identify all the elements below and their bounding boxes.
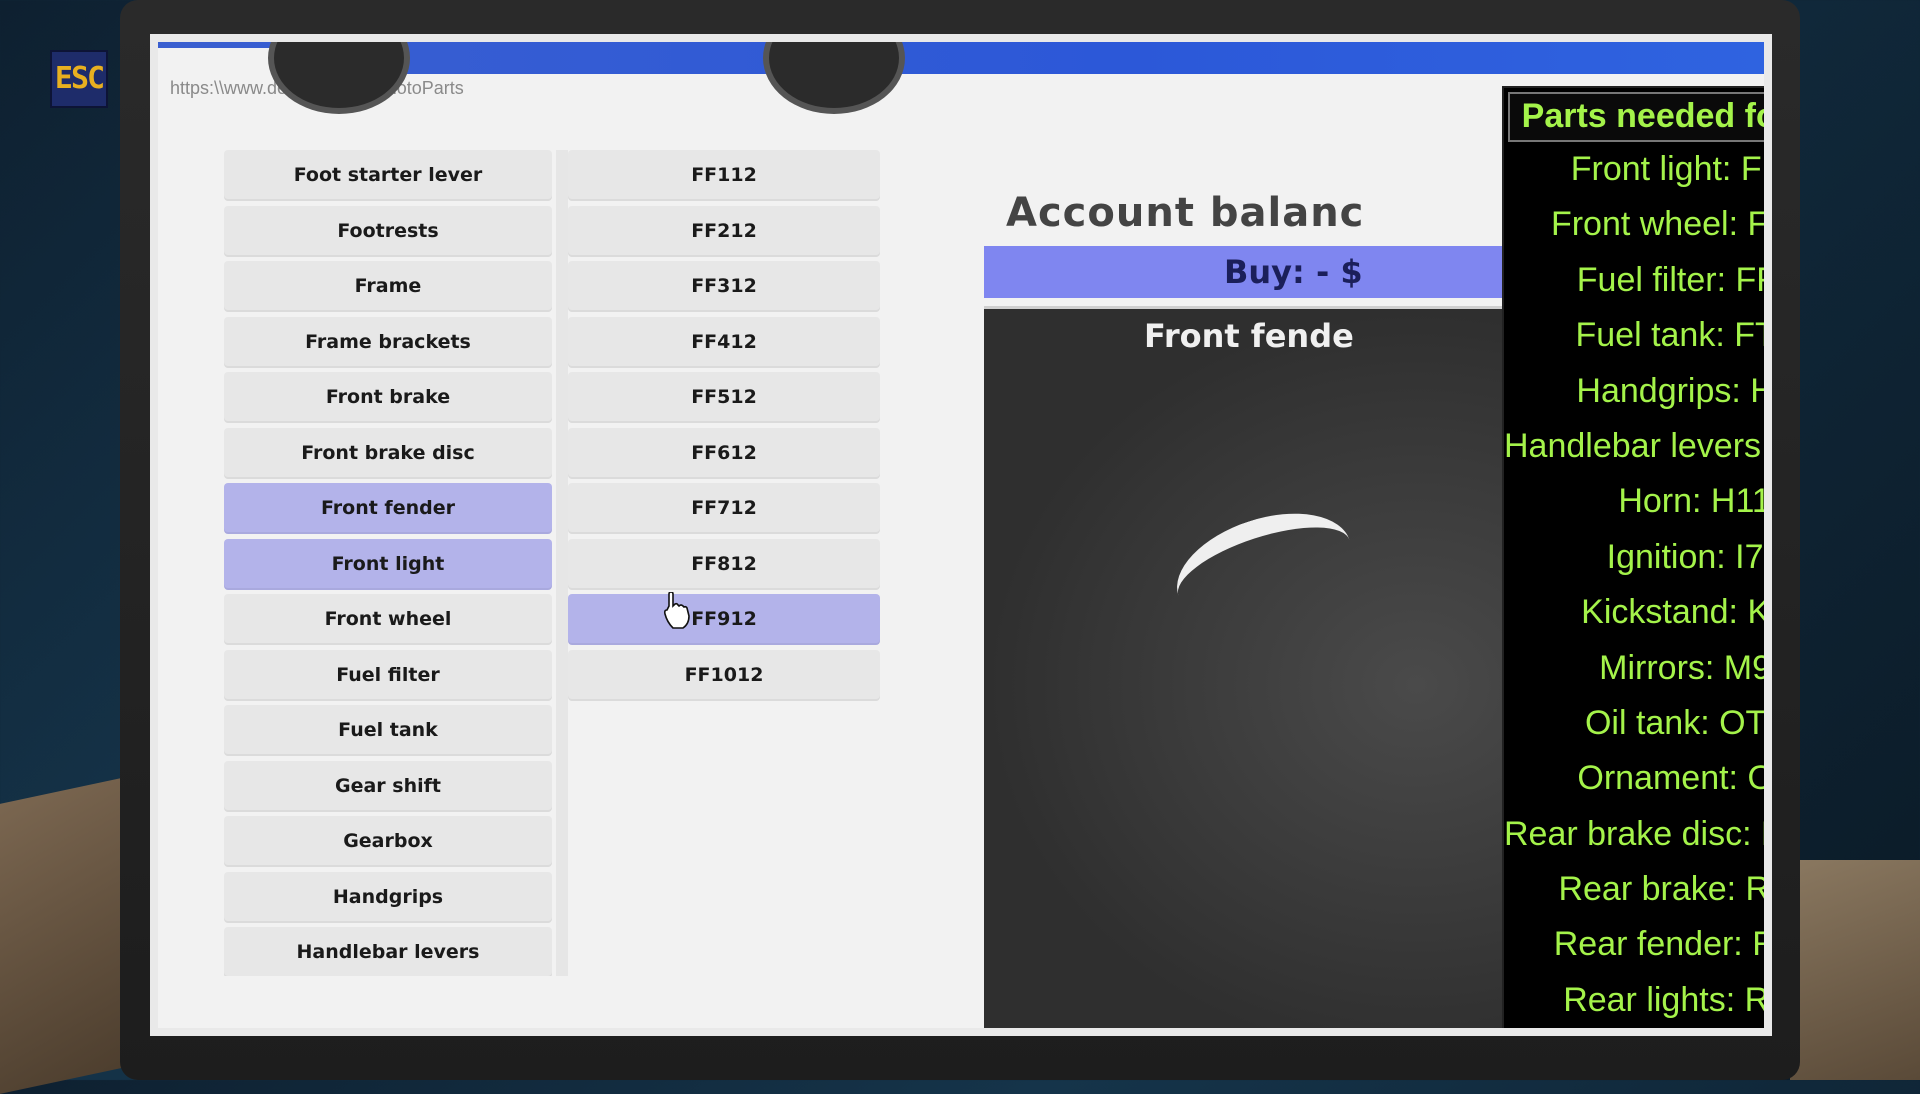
part-item[interactable]: Handlebar levers: [224, 927, 552, 976]
part-item[interactable]: Handgrips: [224, 871, 552, 923]
part-code-item[interactable]: FF512: [568, 372, 880, 423]
parts-list: Foot starter lever Footrests Frame Frame br…: [224, 150, 574, 976]
task-item: Handgrips: H619: [1576, 371, 1764, 410]
part-codes-list: FF112 FF212 FF312 FF412 FF512 FF612 FF712 FF812…: [568, 150, 888, 705]
part-code-item[interactable]: FF712: [568, 483, 880, 534]
part-code-item[interactable]: FF1012: [568, 649, 880, 701]
part-code-item[interactable]: FF812: [568, 538, 880, 590]
part-code-item[interactable]: FF412: [568, 316, 880, 368]
tasks-panel: Parts needed for tasks Front light: FL51…: [1502, 86, 1772, 1036]
account-balance: Account balanc: [1006, 190, 1365, 236]
task-item: Ornament: O523: [1577, 759, 1772, 798]
part-item[interactable]: Foot starter lever: [224, 150, 552, 201]
background-crate-right: [1790, 860, 1920, 1080]
part-item[interactable]: Fuel filter: [224, 649, 552, 701]
task-item: Mirrors: M922: [1599, 648, 1772, 687]
part-code-item[interactable]: FF612: [568, 427, 880, 479]
part-item[interactable]: Front brake: [224, 372, 552, 423]
part-item[interactable]: Frame: [224, 261, 552, 312]
part-item[interactable]: Front light: [224, 538, 552, 590]
tasks-panel-title: Parts needed for tasks: [1508, 92, 1764, 142]
task-item: Fuel tank: FT715: [1575, 316, 1772, 355]
task-item: Rear wheel: RW729: [1504, 1028, 1772, 1036]
task-item: Front wheel: FW716: [1550, 205, 1769, 244]
part-item[interactable]: Front wheel: [224, 594, 552, 645]
task-item: Oil tank: OT324: [1584, 703, 1767, 742]
task-list: Front light: FL513 Front wheel: FW716 Fuel…: [1504, 142, 1772, 1036]
part-item[interactable]: Frame brackets: [224, 316, 552, 368]
tire-image-left: [268, 42, 410, 114]
task-item: Horn: H118: [1618, 482, 1771, 521]
task-item: Rear brake disc: RBD1326: [1504, 814, 1764, 853]
part-code-item[interactable]: FF212: [568, 205, 880, 257]
monitor-screen: https:\\www.dev4play.com\motoParts Foot …: [150, 34, 1772, 1036]
part-item[interactable]: Front fender: [224, 483, 552, 534]
mouse-pointer-icon: [663, 592, 690, 629]
part-code-item[interactable]: FF312: [568, 261, 880, 312]
task-item: Front light: FL513: [1570, 150, 1764, 188]
task-item: Ignition: I720: [1606, 537, 1764, 576]
part-item[interactable]: Gear shift: [224, 760, 552, 812]
part-code-item[interactable]: FF112: [568, 150, 880, 201]
background-crate-left: [0, 776, 130, 1094]
part-item[interactable]: Front brake disc: [224, 427, 552, 479]
front-fender-model: [1163, 493, 1365, 643]
task-item: Rear lights: RL528: [1563, 980, 1770, 1019]
task-item: Rear brake: RB125: [1558, 870, 1771, 909]
task-item: Rear fender: RF927: [1553, 925, 1764, 964]
preview-title: Front fende: [1144, 317, 1354, 355]
task-item: Fuel filter: FF911: [1576, 260, 1764, 299]
esc-button[interactable]: ESC: [50, 50, 108, 108]
part-code-item[interactable]: FF912: [568, 594, 880, 645]
part-item[interactable]: Gearbox: [224, 816, 552, 867]
part-item[interactable]: Fuel tank: [224, 705, 552, 756]
task-item: Kickstand: K821: [1581, 593, 1771, 632]
part-item[interactable]: Footrests: [224, 205, 552, 257]
tire-image-right: [763, 42, 905, 114]
task-item: Handlebar levers: CLFBL803: [1504, 426, 1771, 465]
